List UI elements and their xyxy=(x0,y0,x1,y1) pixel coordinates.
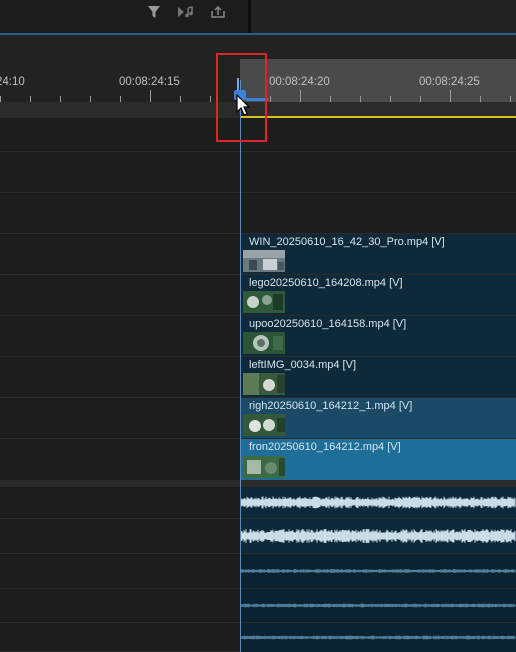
video-clip[interactable]: righ20250610_164212_1.mp4 [V] xyxy=(240,398,516,438)
video-track-4: leftIMG_0034.mp4 [V] xyxy=(0,357,516,398)
video-clip[interactable]: lego20250610_164208.mp4 [V] xyxy=(240,275,516,315)
clip-thumbnail xyxy=(243,332,285,354)
audio-clip[interactable] xyxy=(240,487,516,518)
audio-clip[interactable] xyxy=(240,589,516,622)
video-track-2: lego20250610_164208.mp4 [V] xyxy=(0,275,516,316)
audio-clip[interactable] xyxy=(240,623,516,652)
funnel-icon[interactable] xyxy=(145,4,163,20)
audio-clip[interactable] xyxy=(240,554,516,588)
video-clip[interactable]: WIN_20250610_16_42_30_Pro.mp4 [V] xyxy=(240,234,516,274)
video-clip-selected[interactable]: fron20250610_164212.mp4 [V] xyxy=(240,439,516,480)
snap-music-icon[interactable] xyxy=(177,4,195,20)
clip-label: fron20250610_164212.mp4 [V] xyxy=(249,441,401,453)
ruler-tick xyxy=(450,90,451,102)
clip-label: leftIMG_0034.mp4 [V] xyxy=(249,359,356,371)
video-track-3: upoo20250610_164158.mp4 [V] xyxy=(0,316,516,357)
mouse-cursor-icon xyxy=(236,93,252,118)
export-frame-icon[interactable] xyxy=(209,4,227,20)
timecode-label: 00:08:24:20 xyxy=(269,76,330,88)
audio-track-2 xyxy=(0,519,516,554)
video-track-6: fron20250610_164212.mp4 [V] xyxy=(0,439,516,481)
video-track-5: righ20250610_164212_1.mp4 [V] xyxy=(0,398,516,439)
toolbar-right-area xyxy=(251,0,516,33)
clip-thumbnail xyxy=(243,456,285,478)
empty-track xyxy=(0,152,516,193)
ruler-tick xyxy=(300,90,301,102)
clip-thumbnail xyxy=(243,291,285,313)
ruler-tick xyxy=(150,90,151,102)
clip-label: righ20250610_164212_1.mp4 [V] xyxy=(249,400,413,412)
clip-label: WIN_20250610_16_42_30_Pro.mp4 [V] xyxy=(249,236,445,248)
timecode-label: 24:10 xyxy=(0,76,25,88)
audio-track-4 xyxy=(0,589,516,623)
audio-waveform xyxy=(240,635,516,640)
timecode-label: 00:08:24:25 xyxy=(419,76,480,88)
audio-clip[interactable] xyxy=(240,519,516,553)
video-clip[interactable]: leftIMG_0034.mp4 [V] xyxy=(240,357,516,397)
playhead-line[interactable] xyxy=(240,80,241,652)
audio-track-5 xyxy=(0,623,516,652)
audio-waveform xyxy=(240,603,516,608)
clip-thumbnail xyxy=(243,250,285,272)
clip-thumbnail xyxy=(243,373,285,395)
audio-track-3 xyxy=(0,554,516,589)
clip-label: upoo20250610_164158.mp4 [V] xyxy=(249,318,407,330)
clip-label: lego20250610_164208.mp4 [V] xyxy=(249,277,403,289)
video-clip[interactable]: upoo20250610_164158.mp4 [V] xyxy=(240,316,516,356)
video-track-1: WIN_20250610_16_42_30_Pro.mp4 [V] xyxy=(0,234,516,275)
audio-track-1 xyxy=(0,487,516,519)
audio-waveform xyxy=(240,569,516,573)
clip-thumbnail xyxy=(243,414,285,436)
audio-waveform xyxy=(240,529,516,543)
timecode-label: 00:08:24:15 xyxy=(119,76,180,88)
empty-track xyxy=(0,193,516,234)
audio-waveform xyxy=(240,496,516,509)
